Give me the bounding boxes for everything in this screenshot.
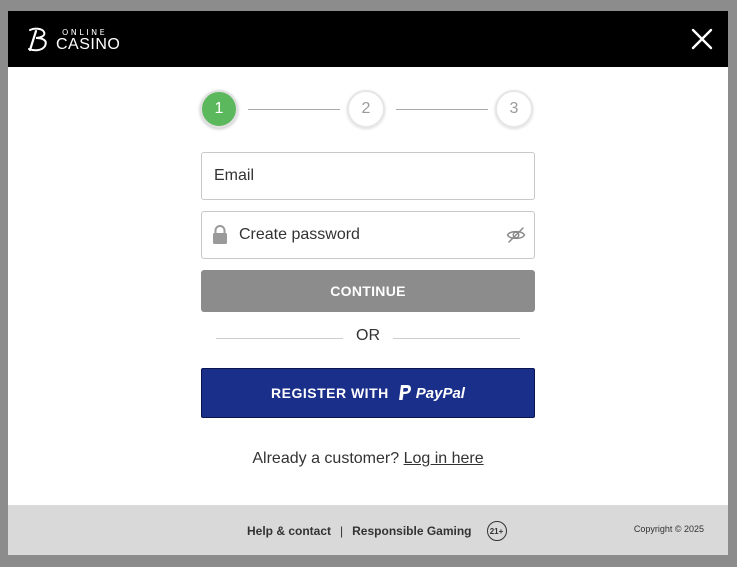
modal-footer: Help & contact | Responsible Gaming 21+ …	[8, 505, 728, 555]
logo-text: ONLINE CASINO	[56, 26, 124, 54]
copyright-text: Copyright © 2025	[633, 524, 704, 534]
step-connector	[248, 109, 340, 110]
step-1: 1	[200, 90, 238, 128]
login-prompt: Already a customer? Log in here	[8, 450, 728, 468]
continue-button[interactable]: CONTINUE	[201, 270, 535, 312]
help-contact-link[interactable]: Help & contact	[247, 524, 331, 538]
step-3: 3	[495, 90, 533, 128]
step-connector	[396, 109, 488, 110]
login-prompt-text: Already a customer?	[252, 450, 400, 467]
casino-logo: ONLINE CASINO	[24, 25, 124, 55]
b-logo-icon	[28, 27, 47, 52]
footer-links: Help & contact | Responsible Gaming 21+	[247, 519, 507, 543]
email-field[interactable]	[214, 153, 514, 199]
or-divider: OR	[216, 326, 520, 346]
register-with-paypal-button[interactable]: REGISTER WITH PayPal	[201, 368, 535, 418]
logo-casino-text: CASINO	[56, 36, 121, 53]
registration-modal: ONLINE CASINO 1 2 3 Email CONTINUE OR RE…	[8, 11, 728, 555]
or-label: OR	[356, 327, 380, 344]
age-21-badge: 21+	[486, 521, 507, 541]
paypal-button-label: REGISTER WITH	[271, 385, 389, 401]
eye-slash-icon[interactable]	[506, 225, 526, 245]
divider-line	[393, 338, 520, 339]
login-link[interactable]: Log in here	[404, 450, 484, 467]
divider-line	[216, 338, 343, 339]
paypal-icon	[398, 385, 411, 400]
email-field-container	[201, 152, 535, 200]
modal-header: ONLINE CASINO	[8, 11, 728, 67]
responsible-gaming-link[interactable]: Responsible Gaming	[352, 524, 471, 538]
modal-overlay: ONLINE CASINO 1 2 3 Email CONTINUE OR RE…	[0, 0, 737, 567]
paypal-wordmark: PayPal	[415, 384, 465, 402]
password-field[interactable]	[239, 212, 489, 258]
password-field-container	[201, 211, 535, 259]
registration-stepper: 1 2 3	[200, 90, 537, 130]
close-icon[interactable]	[690, 27, 714, 51]
step-2: 2	[347, 90, 385, 128]
footer-separator: |	[340, 524, 344, 538]
lock-icon	[213, 225, 227, 244]
